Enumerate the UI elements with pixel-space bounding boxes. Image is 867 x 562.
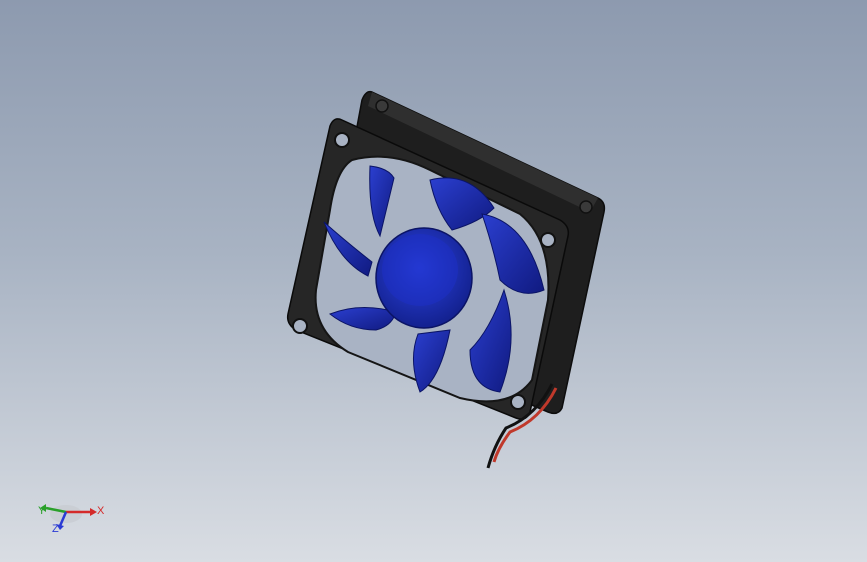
mount-hole bbox=[292, 318, 308, 334]
mount-hole bbox=[510, 394, 526, 410]
view-orientation-triad: X Y Z bbox=[30, 486, 120, 546]
mount-hole bbox=[334, 132, 350, 148]
fan-hub bbox=[375, 227, 473, 329]
mount-hole bbox=[540, 232, 556, 248]
graphics-viewport[interactable]: X Y Z bbox=[0, 0, 867, 562]
y-axis-label: Y bbox=[38, 505, 46, 517]
x-axis-label: X bbox=[97, 505, 105, 517]
x-arrowhead bbox=[90, 508, 97, 516]
fan-model[interactable] bbox=[0, 0, 867, 562]
z-axis-label: Z bbox=[52, 523, 59, 535]
